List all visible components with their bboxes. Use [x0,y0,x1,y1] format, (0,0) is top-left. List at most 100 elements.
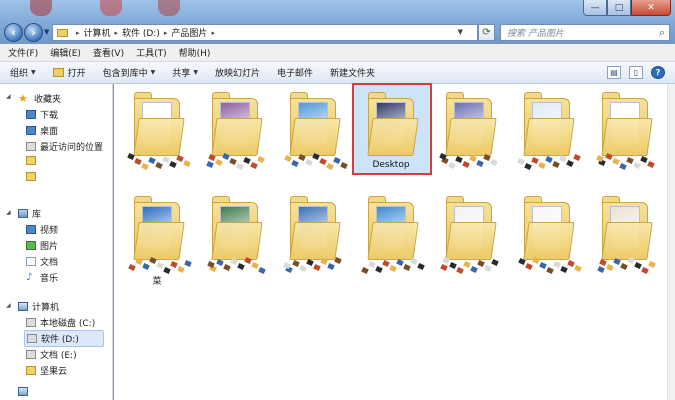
search-input[interactable]: 搜索 产品图片 ⌕ [500,24,670,41]
view-grid-icon: ▤ [610,68,618,77]
nav-jianguoyun[interactable]: 坚果云 [26,364,67,377]
nav-downloads[interactable]: 下载 [26,108,58,121]
search-placeholder: 搜索 产品图片 [507,29,564,39]
folder-item[interactable] [122,88,192,171]
chevron-right-icon: ▸ [114,28,119,37]
menu-edit[interactable]: 编辑(E) [50,46,81,59]
open-button[interactable]: 打开 [52,66,86,79]
menu-view[interactable]: 查看(V) [93,46,124,59]
nav-pictures[interactable]: 图片 [26,239,58,252]
obscured-label [518,256,582,275]
menu-file[interactable]: 文件(F) [8,46,38,59]
nav-label: 下载 [40,111,59,121]
nav-label: 库 [32,210,42,220]
drive-icon [27,334,37,343]
expand-toggle-icon[interactable]: ◢ [6,209,11,216]
folder-item[interactable] [512,192,582,275]
view-controls: ▤ ▯ ? [607,66,665,79]
include-in-library-button[interactable]: 包含到库中 ▼ [103,66,156,79]
folder-item[interactable] [278,88,348,171]
star-icon: ★ [18,91,28,105]
nav-favorites[interactable]: ★ 收藏夹 [18,92,61,105]
nav-software-disk-d[interactable]: 软件 (D:) [24,330,104,347]
cloud-folder-icon [26,366,36,375]
search-icon[interactable]: ⌕ [659,26,665,40]
navigation-pane: ◢ ★ 收藏夹 下载 桌面 最近访问的位置 ◢ 库 视频 图片 文档 ♪ 音乐 ◢ … [0,84,113,400]
folder-item[interactable] [590,192,660,275]
maximize-button[interactable]: □ [607,0,631,16]
folder-item[interactable] [434,88,504,170]
obscured-label [596,152,658,171]
folder-item[interactable] [434,192,504,275]
music-icon: ♪ [26,271,33,283]
folder-item[interactable]: 菜 [122,192,192,287]
nav-computer[interactable]: 计算机 [18,300,59,313]
breadcrumb-product-images[interactable]: 产品图片 [171,26,207,39]
nav-network[interactable] [18,387,32,396]
folder-item[interactable] [512,88,582,171]
folder-front [445,222,497,260]
folder-front [133,222,185,260]
nav-videos[interactable]: 视频 [26,223,58,236]
chevron-down-icon[interactable]: ▼ [458,28,463,36]
nav-label: 图片 [40,242,59,252]
slideshow-label: 放映幻灯片 [214,69,260,79]
refresh-button[interactable]: ⟳ [478,24,495,41]
menu-help[interactable]: 帮助(H) [179,46,211,59]
back-button[interactable]: ‹ [4,23,23,42]
folder-item[interactable] [200,192,270,275]
nav-music[interactable]: ♪ 音乐 [26,271,58,284]
address-bar[interactable]: ▸ 计算机 ▸ 软件 (D:) ▸ 产品图片 ▸ ▼ [52,24,478,41]
folder-icon [57,28,68,37]
help-button[interactable]: ? [651,66,665,79]
folder-item[interactable] [590,88,660,171]
folder-item[interactable] [356,192,426,275]
open-label: 打开 [67,69,86,79]
obscured-label [206,152,268,171]
folder-front [601,222,653,260]
view-mode-button[interactable]: ▤ [607,66,621,79]
deco-blob [158,0,180,16]
folder-front [367,222,419,260]
nav-pinned-folder[interactable] [26,172,40,181]
email-button[interactable]: 电子邮件 [277,66,313,79]
nav-desktop[interactable]: 桌面 [26,124,58,137]
obscured-label [439,152,502,170]
nav-docs-disk-e[interactable]: 文档 (E:) [26,348,77,361]
folder-item[interactable] [278,192,348,274]
obscured-label [440,256,502,275]
close-button[interactable]: ✕ [631,0,671,16]
minimize-button[interactable]: — [583,0,607,16]
chevron-down-icon: ▼ [193,69,198,76]
nav-pinned-folder[interactable] [26,156,40,165]
expand-toggle-icon[interactable]: ◢ [6,93,11,100]
obscured-label [361,257,425,275]
organize-button[interactable]: 组织 ▼ [10,66,36,79]
new-folder-button[interactable]: 新建文件夹 [330,66,375,79]
nav-libraries[interactable]: 库 [18,207,41,220]
folder-item[interactable]: Desktop [352,83,432,175]
breadcrumb-computer[interactable]: 计算机 [84,26,111,39]
nav-label: 坚果云 [40,367,68,377]
forward-button[interactable]: › [24,23,43,42]
library-icon [18,209,28,218]
expand-toggle-icon[interactable]: ◢ [6,302,11,309]
folder-item[interactable] [200,88,270,171]
preview-pane-button[interactable]: ▯ [629,66,643,79]
menu-tools[interactable]: 工具(T) [136,46,167,59]
obscured-label [596,256,658,275]
share-button[interactable]: 共享 ▼ [172,66,198,79]
vertical-scrollbar[interactable] [667,84,675,400]
nav-label: 桌面 [40,127,59,137]
folder-front [133,118,185,156]
recent-places-icon [26,142,36,151]
recent-pages-dropdown[interactable]: ▼ [44,28,49,36]
nav-recent[interactable]: 最近访问的位置 [26,140,103,153]
drive-icon [26,318,36,327]
breadcrumb-drive-d[interactable]: 软件 (D:) [122,26,160,39]
nav-documents[interactable]: 文档 [26,255,58,268]
chevron-right-icon: ▸ [163,28,168,37]
slideshow-button[interactable]: 放映幻灯片 [215,66,260,79]
window-titlebar: — □ ✕ ‹ › ▼ ▸ 计算机 ▸ 软件 (D:) ▸ 产品图片 ▸ ▼ ⟳… [0,0,675,44]
nav-local-disk-c[interactable]: 本地磁盘 (C:) [26,316,95,329]
